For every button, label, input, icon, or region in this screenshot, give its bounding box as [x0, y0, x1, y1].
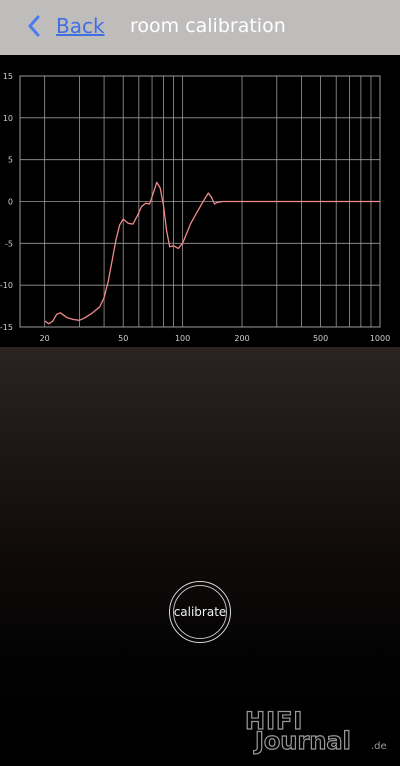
hifi-journal-logo: HIFI Journal .de [244, 706, 387, 755]
x-tick-label: 50 [118, 334, 128, 343]
y-tick-label: 15 [3, 72, 13, 81]
y-tick-label: 0 [8, 198, 13, 207]
back-button[interactable]: Back [26, 14, 105, 38]
y-tick-label: 5 [8, 156, 13, 165]
y-tick-label: -15 [0, 323, 13, 332]
x-tick-label: 500 [313, 334, 328, 343]
response-curve [44, 181, 380, 325]
x-tick-label: 100 [175, 334, 190, 343]
calibrate-button[interactable]: calibrate [169, 581, 231, 643]
calibrate-label[interactable]: calibrate [174, 605, 227, 619]
x-tick-label: 1000 [370, 334, 390, 343]
y-tick-label: -5 [5, 239, 13, 248]
y-tick-label: -10 [0, 281, 13, 290]
top-bar: Back room calibration [0, 0, 400, 55]
y-tick-label: 10 [3, 114, 13, 123]
calibration-panel [0, 347, 400, 766]
back-label[interactable]: Back [56, 14, 105, 38]
chevron-left-icon [28, 15, 40, 37]
svg-text:.de: .de [371, 741, 387, 752]
svg-text:Journal: Journal [253, 727, 351, 755]
frequency-response-chart: 15 10 5 0 -5 -10 -15 20 50 100 200 500 1000 [0, 55, 400, 347]
chart-svg: 151050-5-10-1520 50 100 200 500 1000 [0, 72, 390, 343]
x-tick-label: 20 [40, 334, 50, 343]
x-tick-label: 200 [234, 334, 249, 343]
page-title: room calibration [130, 15, 286, 37]
